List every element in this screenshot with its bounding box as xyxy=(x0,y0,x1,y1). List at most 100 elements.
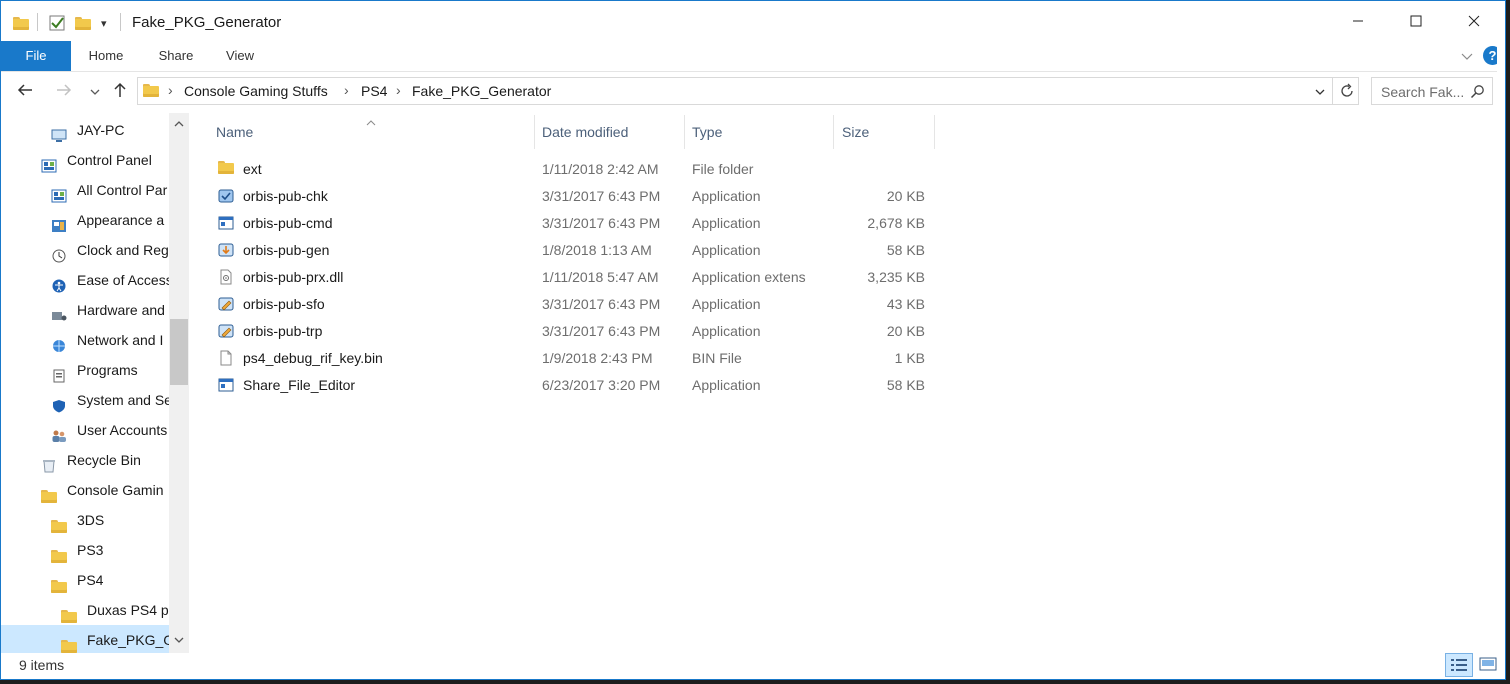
right-edge-strip xyxy=(1497,41,1505,653)
file-type: Application xyxy=(692,296,761,312)
address-folder-icon xyxy=(143,84,159,102)
tab-home[interactable]: Home xyxy=(81,41,131,71)
large-icons-view-icon xyxy=(1479,657,1497,671)
address-bar[interactable]: › Console Gaming Stuffs › PS4 › Fake_PKG… xyxy=(137,77,1359,105)
navigation-pane: JAY-PC Control Panel All Control Par Appear… xyxy=(1,113,191,653)
file-type: File folder xyxy=(692,161,754,177)
column-header-date-modified[interactable]: Date modified xyxy=(534,115,685,149)
scroll-up-icon[interactable] xyxy=(169,115,189,135)
nav-item-jay-pc[interactable]: JAY-PC xyxy=(51,115,169,145)
users-icon xyxy=(51,423,67,442)
quick-access-dropdown-icon[interactable]: ▾ xyxy=(101,13,107,33)
back-button[interactable] xyxy=(14,81,36,103)
app-edit-icon xyxy=(218,296,234,312)
nav-item-label: Appearance a xyxy=(77,212,165,228)
nav-item-clock-and-reg[interactable]: Clock and Reg xyxy=(51,235,169,265)
breadcrumb-ps4[interactable]: PS4 xyxy=(361,83,387,99)
nav-item-appearance-a[interactable]: Appearance a xyxy=(51,205,169,235)
file-name: orbis-pub-cmd xyxy=(243,215,333,231)
nav-item-fake-pkg-ge[interactable]: Fake_PKG_Ge xyxy=(1,625,169,653)
column-header-type[interactable]: Type xyxy=(684,115,834,149)
file-row[interactable]: ext 1/11/2018 2:42 AM File folder xyxy=(211,156,931,183)
new-folder-icon[interactable] xyxy=(75,13,91,33)
search-input[interactable]: Search Fak... xyxy=(1381,84,1464,100)
file-row[interactable]: orbis-pub-gen 1/8/2018 1:13 AM Application… xyxy=(211,237,931,264)
breadcrumb-separator-icon[interactable]: › xyxy=(344,82,349,98)
breadcrumb-separator-icon[interactable]: › xyxy=(168,82,173,98)
clock-icon xyxy=(51,243,67,263)
nav-item-hardware-and[interactable]: Hardware and xyxy=(51,295,169,325)
search-icon[interactable] xyxy=(1470,84,1485,104)
nav-item-duxas-ps4-p[interactable]: Duxas PS4 p xyxy=(61,595,169,625)
file-row[interactable]: ps4_debug_rif_key.bin 1/9/2018 2:43 PM BIN… xyxy=(211,345,931,372)
breadcrumb-console-gaming-stuffs[interactable]: Console Gaming Stuffs xyxy=(184,83,328,99)
nav-item-label: Duxas PS4 p xyxy=(87,602,169,618)
file-name: Share_File_Editor xyxy=(243,377,356,393)
nav-item-3ds[interactable]: 3DS xyxy=(51,505,169,535)
computer-icon xyxy=(51,123,67,142)
nav-item-label: Recycle Bin xyxy=(67,452,141,468)
file-row[interactable]: orbis-pub-prx.dll 1/11/2018 5:47 AM Applic… xyxy=(211,264,931,291)
nav-item-control-panel[interactable]: Control Panel xyxy=(41,145,169,175)
nav-item-console-gamin[interactable]: Console Gamin xyxy=(41,475,169,505)
file-type: BIN File xyxy=(692,350,742,366)
forward-button[interactable] xyxy=(53,81,75,103)
window-title: Fake_PKG_Generator xyxy=(132,14,282,31)
file-type: Application xyxy=(692,215,761,231)
file-row[interactable]: orbis-pub-chk 3/31/2017 6:43 PM Applicatio… xyxy=(211,183,931,210)
file-date-modified: 1/8/2018 1:13 AM xyxy=(542,242,652,258)
large-icons-view-button[interactable] xyxy=(1475,653,1503,677)
search-box[interactable]: Search Fak... xyxy=(1371,77,1493,105)
close-button[interactable] xyxy=(1445,1,1503,41)
file-name: orbis-pub-trp xyxy=(243,323,323,339)
nav-item-programs[interactable]: Programs xyxy=(51,355,169,385)
details-view-button[interactable] xyxy=(1445,653,1473,677)
recent-locations-button[interactable] xyxy=(84,81,106,103)
nav-item-ps3[interactable]: PS3 xyxy=(51,535,169,565)
folder-icon xyxy=(51,573,67,593)
minimize-icon xyxy=(1353,20,1363,22)
scroll-down-icon[interactable] xyxy=(169,631,189,651)
nav-item-ps4[interactable]: PS4 xyxy=(51,565,169,595)
nav-item-ease-of-access[interactable]: Ease of Access xyxy=(51,265,169,295)
nav-item-system-and-se[interactable]: System and Se xyxy=(51,385,169,415)
nav-item-user-accounts[interactable]: User Accounts xyxy=(51,415,169,445)
maximize-button[interactable] xyxy=(1387,1,1445,41)
file-row[interactable]: Share_File_Editor 6/23/2017 3:20 PM Applic… xyxy=(211,372,931,399)
nav-item-label: Hardware and xyxy=(77,302,165,318)
breadcrumb-separator-icon[interactable]: › xyxy=(396,82,401,98)
nav-item-label: Fake_PKG_Ge xyxy=(87,632,169,648)
dll-icon xyxy=(218,269,234,285)
minimize-button[interactable] xyxy=(1329,1,1387,41)
nav-item-network-and-i[interactable]: Network and I xyxy=(51,325,169,355)
file-row[interactable]: orbis-pub-trp 3/31/2017 6:43 PM Applicatio… xyxy=(211,318,931,345)
nav-item-all-control-par[interactable]: All Control Par xyxy=(51,175,169,205)
file-date-modified: 3/31/2017 6:43 PM xyxy=(542,215,661,231)
address-dropdown-icon[interactable] xyxy=(1314,85,1326,103)
nav-item-recycle-bin[interactable]: Recycle Bin xyxy=(41,445,169,475)
properties-checkbox-icon[interactable] xyxy=(49,13,65,33)
file-name: orbis-pub-prx.dll xyxy=(243,269,344,285)
expand-ribbon-icon[interactable] xyxy=(1459,48,1475,64)
breadcrumb-fake-pkg-generator[interactable]: Fake_PKG_Generator xyxy=(412,83,551,99)
refresh-icon[interactable] xyxy=(1339,83,1355,104)
file-type: Application xyxy=(692,188,761,204)
nav-item-label: System and Se xyxy=(77,392,169,408)
column-header-size[interactable]: Size xyxy=(834,115,935,149)
file-row[interactable]: orbis-pub-cmd 3/31/2017 6:43 PM Applicatio… xyxy=(211,210,931,237)
tab-share[interactable]: Share xyxy=(151,41,201,71)
tab-view[interactable]: View xyxy=(217,41,263,71)
file-size: 58 KB xyxy=(886,242,925,258)
file-size: 2,678 KB xyxy=(867,215,925,231)
nav-pane-scroll-thumb[interactable] xyxy=(170,319,188,385)
up-button[interactable] xyxy=(109,81,131,103)
nav-item-label: Console Gamin xyxy=(67,482,164,498)
maximize-icon xyxy=(1410,15,1422,27)
column-header-name[interactable]: Name xyxy=(208,115,535,149)
folder-icon xyxy=(51,513,67,533)
file-type: Application xyxy=(692,323,761,339)
app-chk-icon xyxy=(218,188,234,204)
tab-file[interactable]: File xyxy=(1,41,71,71)
file-row[interactable]: orbis-pub-sfo 3/31/2017 6:43 PM Applicatio… xyxy=(211,291,931,318)
network-icon xyxy=(51,333,67,352)
